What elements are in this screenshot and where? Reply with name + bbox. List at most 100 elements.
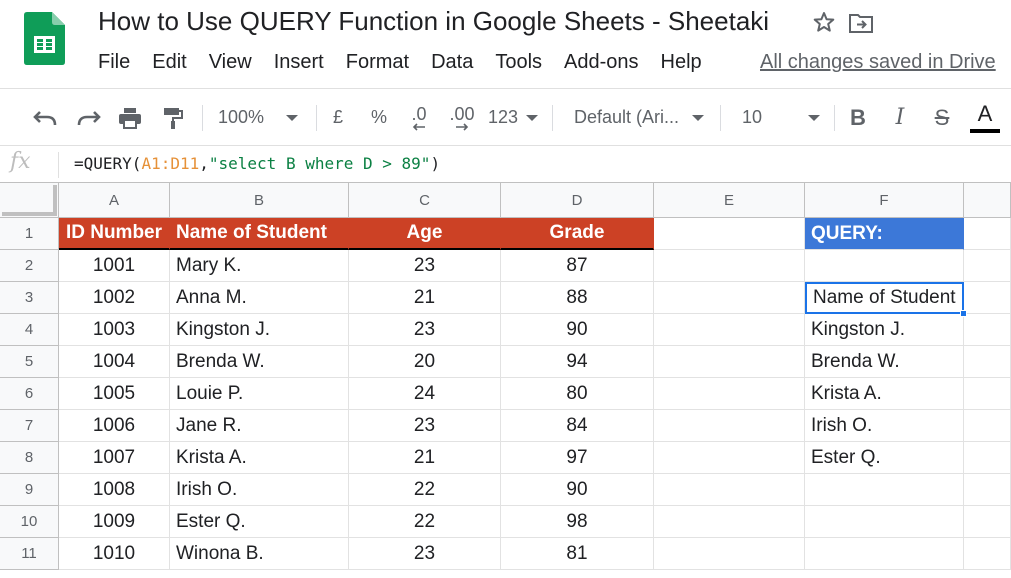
column-header-e[interactable]: E [654, 183, 805, 218]
row-header-4[interactable]: 4 [0, 314, 59, 346]
redo-button[interactable] [72, 89, 106, 146]
row-header-3[interactable]: 3 [0, 282, 59, 314]
column-header-a[interactable]: A [59, 183, 170, 218]
table-cell[interactable]: 23 [349, 250, 501, 282]
menu-file[interactable]: File [98, 51, 130, 77]
font-size-select[interactable]: 10 [734, 89, 824, 146]
table-cell[interactable]: 98 [501, 506, 654, 538]
table-cell[interactable] [654, 506, 805, 538]
increase-decimal-button[interactable]: .00 [444, 89, 480, 146]
table-header-cell[interactable]: ID Number [59, 218, 170, 250]
table-cell[interactable]: 81 [501, 538, 654, 570]
table-cell[interactable] [964, 474, 1011, 506]
zoom-select[interactable]: 100% [212, 89, 304, 146]
table-cell[interactable] [964, 250, 1011, 282]
table-cell[interactable] [964, 314, 1011, 346]
table-cell[interactable] [964, 506, 1011, 538]
table-cell[interactable] [654, 346, 805, 378]
table-cell[interactable]: Winona B. [170, 538, 349, 570]
table-cell[interactable]: 1005 [59, 378, 170, 410]
row-header-11[interactable]: 11 [0, 538, 59, 570]
table-cell[interactable] [654, 282, 805, 314]
table-header-cell[interactable]: Age [349, 218, 501, 250]
column-header-d[interactable]: D [501, 183, 654, 218]
row-header-10[interactable]: 10 [0, 506, 59, 538]
table-cell[interactable]: Ester Q. [170, 506, 349, 538]
table-cell[interactable]: Jane R. [170, 410, 349, 442]
font-select[interactable]: Default (Ari... [566, 89, 708, 146]
formula-input[interactable]: =QUERY(A1:D11,"select B where D > 89") [74, 154, 440, 173]
menu-view[interactable]: View [209, 51, 252, 77]
table-cell[interactable]: 80 [501, 378, 654, 410]
table-cell[interactable]: Louie P. [170, 378, 349, 410]
move-to-folder-icon[interactable] [848, 11, 874, 35]
star-icon[interactable] [812, 10, 836, 34]
table-cell[interactable]: 97 [501, 442, 654, 474]
query-label-cell[interactable]: QUERY: [805, 218, 964, 250]
text-color-button[interactable]: A [968, 89, 1002, 146]
table-cell[interactable]: 21 [349, 282, 501, 314]
table-cell[interactable]: 1009 [59, 506, 170, 538]
table-cell[interactable] [654, 250, 805, 282]
table-cell[interactable]: 88 [501, 282, 654, 314]
row-header-6[interactable]: 6 [0, 378, 59, 410]
table-cell[interactable] [654, 538, 805, 570]
table-cell[interactable]: 87 [501, 250, 654, 282]
query-result-cell[interactable]: Brenda W. [805, 346, 964, 378]
table-cell[interactable] [964, 218, 1011, 250]
table-cell[interactable] [964, 442, 1011, 474]
table-cell[interactable]: 21 [349, 442, 501, 474]
table-cell[interactable]: 1001 [59, 250, 170, 282]
table-cell[interactable] [964, 410, 1011, 442]
table-cell[interactable] [654, 474, 805, 506]
table-cell[interactable]: 22 [349, 506, 501, 538]
paint-format-button[interactable] [158, 89, 188, 146]
row-header-7[interactable]: 7 [0, 410, 59, 442]
query-result-cell[interactable] [805, 506, 964, 538]
fill-handle[interactable] [960, 310, 967, 317]
column-header-f[interactable]: F [805, 183, 964, 218]
table-cell[interactable]: 90 [501, 314, 654, 346]
table-cell[interactable] [964, 346, 1011, 378]
italic-button[interactable]: I [886, 89, 914, 146]
table-cell[interactable]: 23 [349, 538, 501, 570]
table-cell[interactable]: 1010 [59, 538, 170, 570]
table-cell[interactable]: 1003 [59, 314, 170, 346]
table-cell[interactable]: Brenda W. [170, 346, 349, 378]
table-cell[interactable]: Kingston J. [170, 314, 349, 346]
strikethrough-button[interactable]: S [928, 89, 956, 146]
table-cell[interactable] [964, 378, 1011, 410]
query-result-cell[interactable]: Kingston J. [805, 314, 964, 346]
table-cell[interactable]: 1006 [59, 410, 170, 442]
table-cell[interactable]: 23 [349, 410, 501, 442]
column-header-c[interactable]: C [349, 183, 501, 218]
column-header-g[interactable] [964, 183, 1011, 218]
active-cell[interactable]: Name of Student [805, 282, 964, 314]
table-cell[interactable]: 20 [349, 346, 501, 378]
table-cell[interactable] [654, 218, 805, 250]
table-cell[interactable]: 1002 [59, 282, 170, 314]
freeze-handle[interactable] [2, 185, 57, 216]
menu-help[interactable]: Help [661, 51, 702, 77]
table-cell[interactable]: 1004 [59, 346, 170, 378]
table-cell[interactable]: 94 [501, 346, 654, 378]
query-result-cell[interactable]: Krista A. [805, 378, 964, 410]
table-cell[interactable] [964, 538, 1011, 570]
table-cell[interactable] [964, 282, 1011, 314]
currency-format-button[interactable]: £ [326, 89, 350, 146]
select-all-corner[interactable] [0, 183, 59, 218]
table-cell[interactable]: Krista A. [170, 442, 349, 474]
query-result-cell[interactable] [805, 474, 964, 506]
row-header-2[interactable]: 2 [0, 250, 59, 282]
menu-format[interactable]: Format [346, 51, 409, 77]
table-cell[interactable]: 90 [501, 474, 654, 506]
table-cell[interactable] [654, 410, 805, 442]
row-header-9[interactable]: 9 [0, 474, 59, 506]
row-header-1[interactable]: 1 [0, 218, 59, 250]
undo-button[interactable] [28, 89, 62, 146]
query-result-cell[interactable] [805, 538, 964, 570]
table-header-cell[interactable]: Name of Student [170, 218, 349, 250]
menu-data[interactable]: Data [431, 51, 473, 77]
row-header-8[interactable]: 8 [0, 442, 59, 474]
table-cell[interactable] [654, 378, 805, 410]
